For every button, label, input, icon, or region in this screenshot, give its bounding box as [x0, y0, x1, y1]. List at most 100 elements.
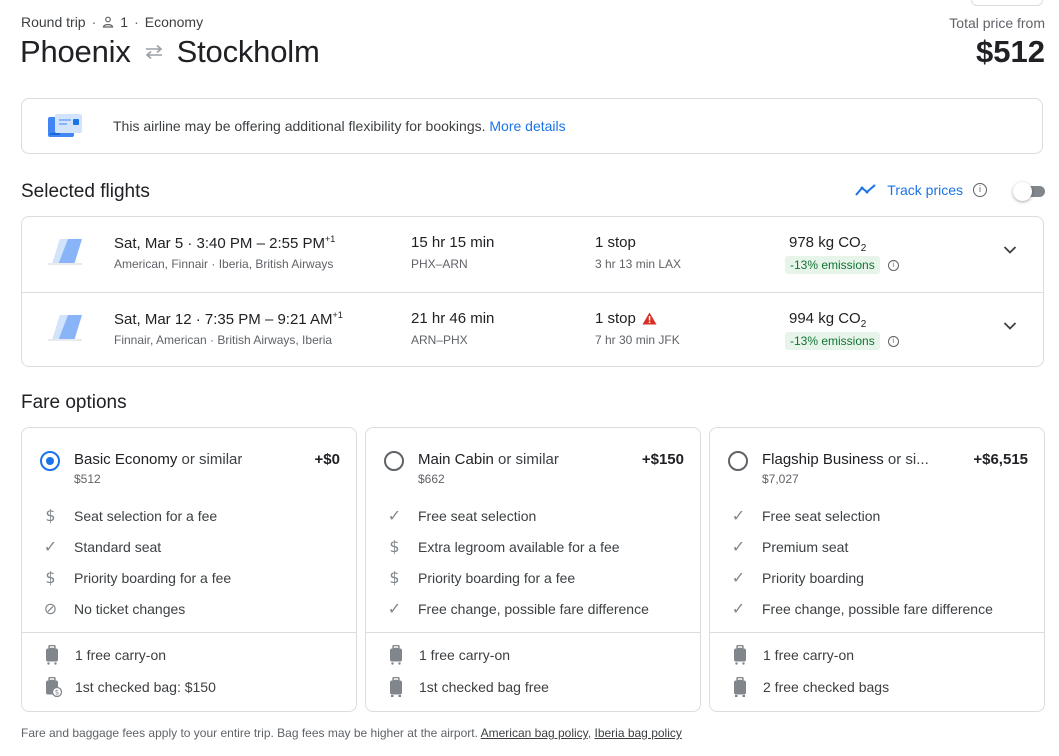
flight-route: PHX–ARN	[411, 257, 468, 271]
fare-feature: ✓ Premium seat	[731, 537, 849, 556]
ticket-illustration-icon	[48, 114, 82, 137]
chevron-down-icon[interactable]	[1003, 321, 1017, 331]
info-icon[interactable]: i	[973, 183, 987, 197]
carry-on-icon	[732, 644, 748, 665]
track-prices-label[interactable]: Track prices	[887, 182, 963, 198]
fare-delta: +$6,515	[973, 451, 1028, 468]
flight-route: ARN–PHX	[411, 333, 468, 347]
route-title: Phoenix Stockholm	[20, 34, 320, 70]
top-partial-button[interactable]	[971, 0, 1043, 6]
info-icon[interactable]: i	[887, 259, 899, 271]
fare-card-header[interactable]: Main Cabin or similar $662 +$150	[366, 428, 700, 492]
fare-name: Flagship Business or si...	[762, 451, 929, 468]
fare-card-header[interactable]: Basic Economy or similar $512 +$0	[22, 428, 356, 492]
fare-radio[interactable]	[40, 451, 60, 471]
fare-name: Main Cabin or similar	[418, 451, 559, 468]
banner-text: This airline may be offering additional …	[113, 118, 486, 134]
baggage-item: 2 free checked bags	[710, 676, 1044, 708]
trend-line-icon	[855, 184, 876, 196]
iberia-bag-policy-link[interactable]: Iberia bag policy	[594, 726, 681, 740]
divider	[710, 632, 1044, 633]
passenger-count: 1	[120, 14, 129, 30]
fare-delta: +$150	[641, 451, 684, 468]
dollar-icon: $	[45, 506, 56, 525]
fare-feature: $ Extra legroom available for a fee	[366, 535, 700, 566]
cabin-class: Economy	[144, 14, 204, 30]
fare-card-header[interactable]: Flagship Business or si... $7,027 +$6,515	[710, 428, 1044, 492]
fare-feature: ✓ Free change, possible fare difference	[731, 599, 993, 618]
flight-duration: 21 hr 46 min	[411, 310, 495, 327]
fare-feature: ✓ Priority boarding	[731, 568, 864, 587]
track-prices[interactable]: Track prices i	[855, 182, 987, 198]
trip-type: Round trip	[21, 14, 86, 30]
flight-row-outbound[interactable]: Sat, Mar 5 · 3:40 PM – 2:55 PM+1 America…	[22, 217, 1043, 292]
no-icon: ⊘	[43, 599, 58, 618]
total-price: $512	[976, 34, 1045, 69]
baggage-item: 1 free carry-on	[366, 644, 700, 676]
check-icon: ✓	[731, 568, 746, 587]
destination-city: Stockholm	[176, 34, 320, 69]
check-icon: ✓	[43, 537, 58, 556]
day-offset: +1	[324, 234, 336, 244]
fare-price: $512	[74, 472, 101, 486]
fare-feature: ⊘ No ticket changes	[43, 599, 186, 618]
fare-options-heading: Fare options	[21, 392, 127, 413]
fare-feature: ✓ Free change, possible fare difference	[387, 599, 649, 618]
flight-row-return[interactable]: Sat, Mar 12 · 7:35 PM – 9:21 AM+1 Finnai…	[22, 292, 1043, 368]
fare-baggage: 1 free carry-on 1st checked bag free	[366, 644, 700, 708]
emissions-badge: -13% emissions	[785, 256, 880, 274]
fare-feature: ✓ Free seat selection	[731, 506, 881, 525]
info-icon[interactable]: i	[887, 335, 899, 347]
divider	[22, 632, 356, 633]
fare-name: Basic Economy or similar	[74, 451, 243, 468]
fare-features: ✓ Free seat selection ✓ Premium seat ✓ Priori…	[710, 504, 1044, 628]
warning-icon[interactable]	[642, 312, 657, 325]
american-bag-policy-link[interactable]: American bag policy	[481, 726, 588, 740]
airline-logo-icon	[48, 315, 82, 341]
chevron-down-icon[interactable]	[1003, 245, 1017, 255]
baggage-item: $1st checked bag: $150	[22, 676, 356, 708]
fare-radio[interactable]	[728, 451, 748, 471]
flight-airlines: Finnair, American · British Airways, Ibe…	[114, 333, 333, 347]
fare-features: ✓ Free seat selection $ Extra legroom avail…	[366, 504, 700, 628]
fare-baggage: 1 free carry-on $1st checked bag: $150	[22, 644, 356, 708]
flight-stops: 1 stop	[595, 234, 636, 251]
dollar-icon: $	[389, 568, 400, 587]
fare-radio[interactable]	[384, 451, 404, 471]
fare-price: $7,027	[762, 472, 799, 486]
fare-card-basic-economy[interactable]: Basic Economy or similar $512 +$0 $ Seat sel…	[21, 427, 357, 712]
baggage-item: 1 free carry-on	[22, 644, 356, 676]
fare-delta: +$0	[314, 451, 340, 468]
track-prices-toggle[interactable]	[1013, 182, 1045, 201]
origin-city: Phoenix	[20, 34, 131, 69]
dollar-icon: $	[45, 568, 56, 587]
fare-feature: $ Priority boarding for a fee	[366, 566, 700, 597]
more-details-link[interactable]: More details	[489, 118, 565, 134]
checked-bag-icon	[388, 676, 404, 697]
baggage-item: 1 free carry-on	[710, 644, 1044, 676]
fare-feature: ✓ Standard seat	[43, 537, 162, 556]
fare-card-flagship-business[interactable]: Flagship Business or si... $7,027 +$6,515 ✓…	[709, 427, 1045, 712]
fare-features: $ Seat selection for a fee ✓ Standard seat $…	[22, 504, 356, 628]
flight-times: Sat, Mar 5 · 3:40 PM – 2:55 PM+1	[114, 234, 336, 252]
fare-feature: ✓ Free seat selection	[387, 506, 537, 525]
checked-bag-fee-icon: $	[44, 676, 63, 698]
check-icon: ✓	[731, 599, 746, 618]
total-price-label: Total price from	[949, 15, 1045, 31]
fare-price: $662	[418, 472, 445, 486]
fare-card-main-cabin[interactable]: Main Cabin or similar $662 +$150 ✓ Free seat…	[365, 427, 701, 712]
divider	[366, 632, 700, 633]
flight-co2: 994 kg CO2	[789, 310, 867, 330]
carry-on-icon	[388, 644, 404, 665]
svg-text:$: $	[55, 689, 59, 697]
check-icon: ✓	[731, 537, 746, 556]
fare-feature: $ Priority boarding for a fee	[22, 566, 356, 597]
flight-layover: 3 hr 13 min LAX	[595, 257, 682, 271]
checked-bag-icon	[732, 676, 748, 697]
flight-layover: 7 hr 30 min JFK	[595, 333, 680, 347]
fare-baggage: 1 free carry-on 2 free checked bags	[710, 644, 1044, 708]
check-icon: ✓	[387, 599, 402, 618]
swap-arrows-icon	[145, 44, 162, 60]
selected-flights-heading: Selected flights	[21, 181, 150, 202]
flight-times: Sat, Mar 12 · 7:35 PM – 9:21 AM+1	[114, 310, 343, 328]
